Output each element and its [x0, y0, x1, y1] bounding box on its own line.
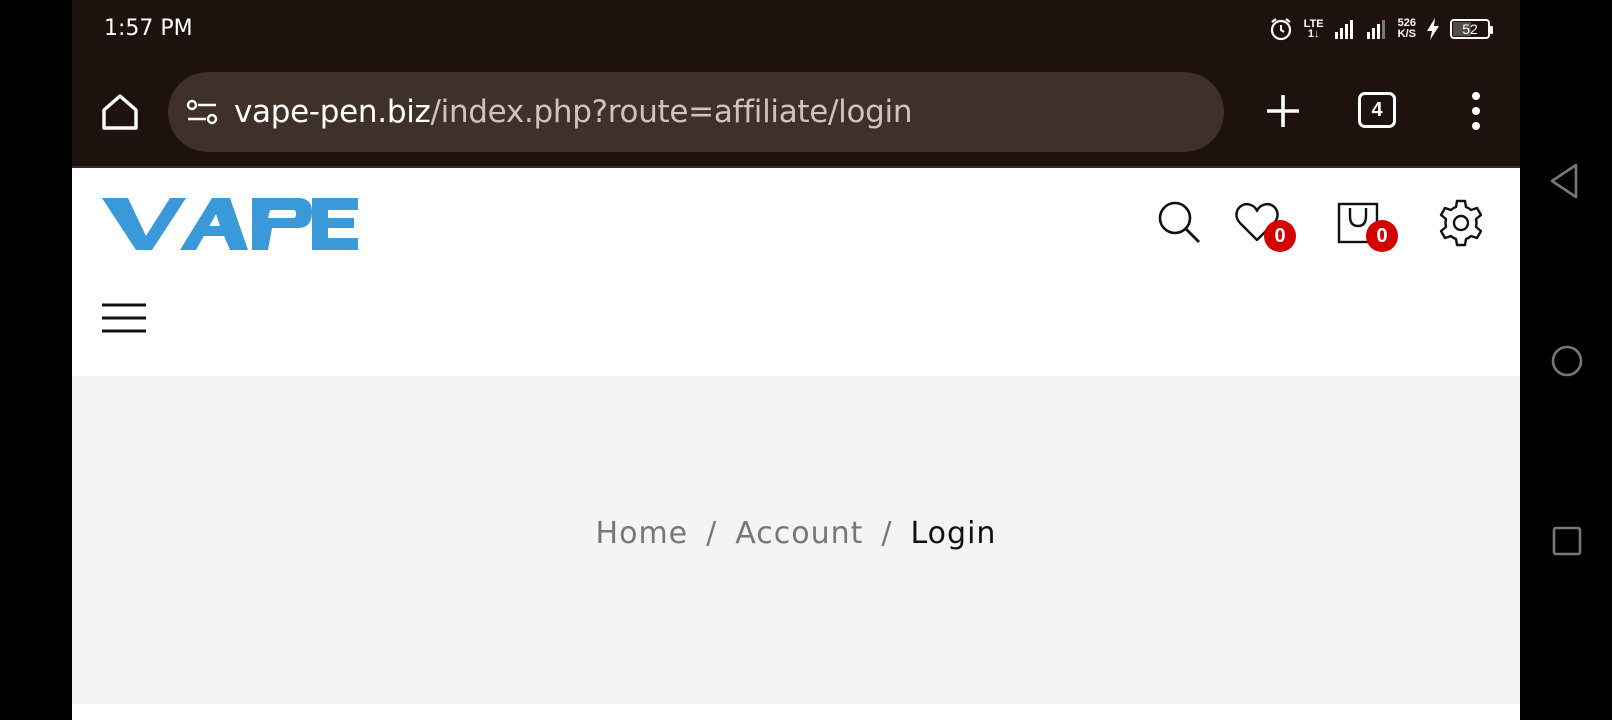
circle-icon[interactable] [1550, 344, 1584, 378]
breadcrumb-separator: / [706, 516, 718, 551]
cart-icon[interactable]: 0 [1336, 198, 1398, 252]
site-header: 0 0 [72, 170, 1520, 376]
url-text: vape-pen.biz/index.php?route=affiliate/l… [234, 94, 913, 130]
lte-indicator: LTE 1↓ [1304, 19, 1324, 40]
gear-icon[interactable] [1436, 198, 1486, 248]
network-speed: 526 K/S [1398, 18, 1416, 40]
lte-sub: 1↓ [1307, 28, 1320, 40]
plus-icon[interactable] [1260, 88, 1306, 134]
battery-level: 52 [1462, 21, 1478, 37]
speed-unit: K/S [1397, 28, 1416, 40]
breadcrumb-account[interactable]: Account [735, 516, 863, 551]
url-bar[interactable]: vape-pen.biz/index.php?route=affiliate/l… [168, 72, 1224, 152]
url-domain: vape-pen.biz [234, 94, 431, 130]
status-icons: LTE 1↓ 526 K/S 52 [1268, 14, 1493, 44]
cart-badge: 0 [1366, 220, 1398, 252]
search-icon[interactable] [1154, 198, 1204, 248]
back-icon[interactable] [1548, 162, 1580, 200]
alarm-icon [1268, 16, 1294, 42]
breadcrumb-home[interactable]: Home [596, 516, 689, 551]
battery-icon: 52 [1450, 19, 1493, 39]
breadcrumb: Home / Account / Login [72, 516, 1520, 551]
charging-icon [1426, 18, 1440, 40]
heart-icon[interactable]: 0 [1232, 198, 1296, 252]
more-vert-icon[interactable] [1466, 88, 1486, 134]
breadcrumb-section: Home / Account / Login [72, 376, 1520, 704]
signal-2-icon [1366, 18, 1388, 40]
tune-icon[interactable] [184, 94, 220, 130]
browser-toolbar: vape-pen.biz/index.php?route=affiliate/l… [72, 58, 1520, 168]
signal-icon [1334, 18, 1356, 40]
tabs-icon[interactable]: 4 [1358, 92, 1396, 128]
status-time: 1:57 PM [104, 16, 193, 41]
square-icon[interactable] [1552, 526, 1582, 556]
site-logo[interactable] [102, 196, 358, 252]
url-path: /index.php?route=affiliate/login [430, 94, 913, 130]
menu-icon[interactable] [102, 302, 146, 334]
wishlist-badge: 0 [1264, 220, 1296, 252]
home-icon[interactable] [98, 90, 142, 134]
breadcrumb-separator: / [881, 516, 893, 551]
status-bar: 1:57 PM LTE 1↓ 526 K/S 52 [72, 0, 1520, 58]
breadcrumb-current: Login [910, 516, 997, 551]
phone-viewport: 1:57 PM LTE 1↓ 526 K/S 52 vape-pen.biz/i… [72, 0, 1520, 720]
screen: 1:57 PM LTE 1↓ 526 K/S 52 vape-pen.biz/i… [0, 0, 1612, 720]
